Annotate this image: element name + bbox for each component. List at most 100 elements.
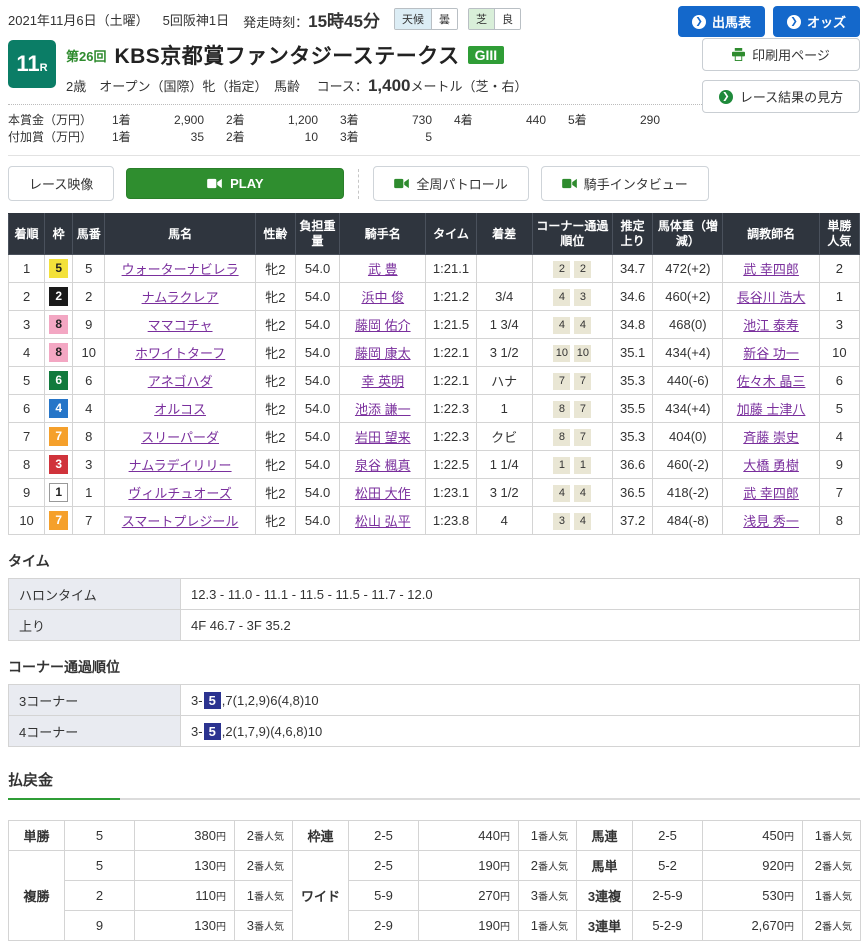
- sex-age: 牝2: [255, 451, 295, 479]
- jockey-link[interactable]: 幸 英明: [361, 374, 404, 389]
- horse-number: 9: [73, 311, 105, 339]
- trainer-link[interactable]: 大橋 勇樹: [743, 458, 799, 473]
- corner-row-value: 3-5,7(1,2,9)6(4,8)10: [181, 685, 860, 716]
- horse-name-link[interactable]: ホワイトターフ: [135, 346, 225, 361]
- corner-position: 7: [553, 373, 570, 390]
- start-time: 15時45分: [308, 12, 380, 31]
- horse-name-link[interactable]: アネゴハダ: [148, 374, 213, 389]
- corner-row: 4コーナー3-5,2(1,7,9)(4,6,8)10: [9, 716, 860, 747]
- trainer-link[interactable]: 加藤 士津八: [737, 402, 806, 417]
- trainer-cell: 長谷川 浩大: [723, 283, 819, 311]
- carried-weight: 54.0: [295, 283, 339, 311]
- time-row-label: 上り: [9, 610, 181, 641]
- horse-name-link[interactable]: スリーパーダ: [141, 430, 219, 445]
- results-column-header: 単勝人気: [819, 214, 859, 255]
- trainer-link[interactable]: 武 幸四郎: [743, 486, 799, 501]
- bet-payout-amount: 530円: [703, 881, 803, 911]
- trainer-link[interactable]: 佐々木 晶三: [737, 374, 806, 389]
- arrow-circle-icon: ❯: [692, 15, 706, 29]
- result-guide-button[interactable]: ❯ レース結果の見方: [702, 80, 860, 113]
- last-3f: 36.6: [613, 451, 653, 479]
- win-favorite: 2: [819, 255, 859, 283]
- top-buttons: ❯ 出馬表 ❯ オッズ: [678, 6, 860, 37]
- carried-weight: 54.0: [295, 423, 339, 451]
- frame-number: 3: [49, 455, 68, 474]
- jockey-link[interactable]: 松田 大作: [355, 486, 411, 501]
- frame-number: 7: [49, 511, 68, 530]
- jockey-link[interactable]: 岩田 望来: [355, 430, 411, 445]
- race-video-button[interactable]: レース映像: [8, 166, 114, 201]
- results-column-header: 性齢: [255, 214, 295, 255]
- last-3f: 34.8: [613, 311, 653, 339]
- carried-weight: 54.0: [295, 255, 339, 283]
- sex-age: 牝2: [255, 507, 295, 535]
- horse-weight: 484(-8): [653, 507, 723, 535]
- jockey-link[interactable]: 泉谷 楓真: [355, 458, 411, 473]
- last-3f: 36.5: [613, 479, 653, 507]
- sex-age: 牝2: [255, 255, 295, 283]
- corner-positions: 77: [532, 367, 612, 395]
- margin: 4: [476, 507, 532, 535]
- race-number: 11: [16, 51, 39, 77]
- results-column-header: タイム: [426, 214, 476, 255]
- frame-number: 2: [49, 287, 68, 306]
- carried-weight: 54.0: [295, 395, 339, 423]
- horse-name-link[interactable]: オルコス: [154, 402, 206, 417]
- finish-time: 1:21.2: [426, 283, 476, 311]
- entries-button[interactable]: ❯ 出馬表: [678, 6, 765, 37]
- horse-name-cell: ホワイトターフ: [105, 339, 256, 367]
- horse-weight: 460(-2): [653, 451, 723, 479]
- carried-weight: 54.0: [295, 451, 339, 479]
- horse-weight: 434(+4): [653, 339, 723, 367]
- bet-combination: 2-5-9: [633, 881, 703, 911]
- jockey-link[interactable]: 松山 弘平: [355, 514, 411, 529]
- margin: 1: [476, 395, 532, 423]
- jockey-link[interactable]: 浜中 俊: [361, 290, 404, 305]
- horse-name-link[interactable]: ナムラクレア: [142, 290, 219, 305]
- corner-row-value: 3-5,2(1,7,9)(4,6,8)10: [181, 716, 860, 747]
- sex-age: 牝2: [255, 311, 295, 339]
- horse-name-link[interactable]: ママコチャ: [148, 318, 213, 333]
- horse-weight: 468(0): [653, 311, 723, 339]
- corner-position: 7: [574, 373, 591, 390]
- trainer-link[interactable]: 斉藤 崇史: [743, 430, 799, 445]
- trainer-link[interactable]: 長谷川 浩大: [737, 290, 806, 305]
- race-title: KBS京都賞ファンタジーステークス: [114, 40, 459, 70]
- corner-row: 3コーナー3-5,7(1,2,9)6(4,8)10: [9, 685, 860, 716]
- jockey-cell: 泉谷 楓真: [340, 451, 426, 479]
- horse-name-link[interactable]: ウォーターナビレラ: [122, 262, 239, 277]
- horse-weight: 440(-6): [653, 367, 723, 395]
- play-button[interactable]: PLAY: [126, 168, 344, 199]
- jockey-link[interactable]: 武 豊: [368, 262, 398, 277]
- bet-combination: 5-9: [349, 881, 419, 911]
- jockey-interview-button[interactable]: 騎手インタビュー: [541, 166, 709, 201]
- jockey-link[interactable]: 池添 謙一: [355, 402, 411, 417]
- horse-name-cell: ナムラクレア: [105, 283, 256, 311]
- corner-position: 4: [553, 289, 570, 306]
- trainer-link[interactable]: 池江 泰寿: [743, 318, 799, 333]
- trainer-link[interactable]: 浅見 秀一: [743, 514, 799, 529]
- patrol-video-button[interactable]: 全周パトロール: [373, 166, 528, 201]
- frame-cell: 8: [45, 339, 73, 367]
- jockey-cell: 池添 謙一: [340, 395, 426, 423]
- horse-name-link[interactable]: ナムラデイリリー: [129, 458, 232, 473]
- results-column-header: 馬番: [73, 214, 105, 255]
- finish-time: 1:22.3: [426, 395, 476, 423]
- frame-cell: 1: [45, 479, 73, 507]
- jockey-link[interactable]: 藤岡 佑介: [355, 318, 411, 333]
- odds-button[interactable]: ❯ オッズ: [773, 6, 860, 37]
- bet-payout-amount: 130円: [135, 851, 235, 881]
- prize-rank: 2着: [226, 112, 262, 129]
- video-camera-icon: [562, 178, 577, 189]
- horse-name-link[interactable]: スマートプレジール: [122, 514, 239, 529]
- results-column-header: 馬体重（増減）: [653, 214, 723, 255]
- trainer-link[interactable]: 武 幸四郎: [743, 262, 799, 277]
- trainer-link[interactable]: 新谷 功一: [743, 346, 799, 361]
- table-row: 4810ホワイトターフ牝254.0藤岡 康太1:22.13 1/2101035.…: [9, 339, 860, 367]
- print-page-button[interactable]: 印刷用ページ: [702, 38, 860, 71]
- corner-positions: 44: [532, 311, 612, 339]
- prize-amount: 1,200: [262, 112, 318, 129]
- jockey-link[interactable]: 藤岡 康太: [355, 346, 411, 361]
- horse-name-link[interactable]: ヴィルチュオーズ: [128, 486, 231, 501]
- corner-position: 7: [574, 401, 591, 418]
